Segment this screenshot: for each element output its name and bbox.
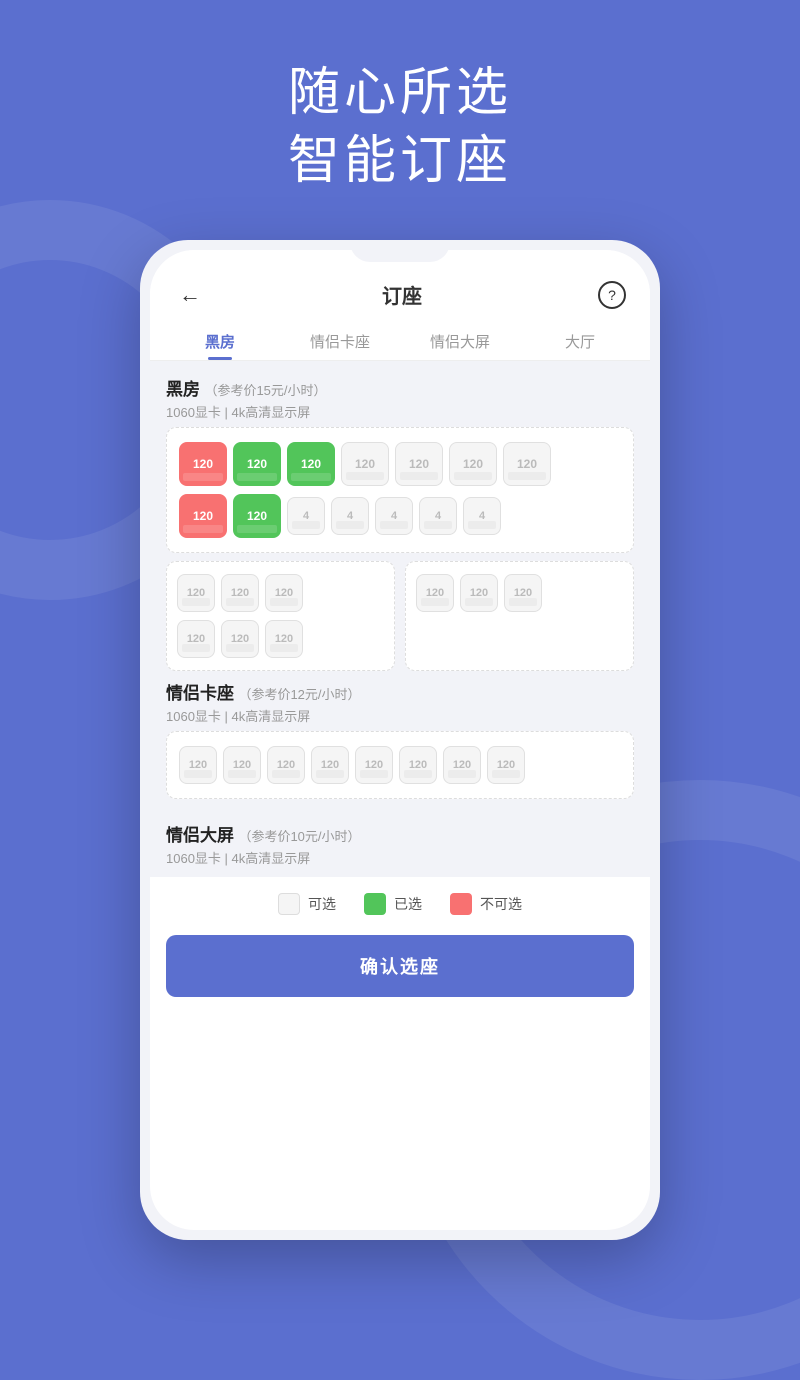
seat-1-3[interactable]: 120 — [287, 442, 335, 486]
seat-1-6[interactable]: 120 — [449, 442, 497, 486]
cc-seat-8[interactable]: 120 — [487, 746, 525, 784]
section-couple-big-partial: 情侣大屏 （参考价10元/小时） 1060显卡 | 4k高清显示屏 — [150, 821, 650, 877]
tab-hei[interactable]: 黑房 — [160, 321, 280, 360]
seat-l2-1[interactable]: 120 — [177, 620, 215, 658]
hei-seat-grid-left: 120 120 120 120 120 120 — [166, 561, 395, 671]
phone-mockup: ← 订座 ? 黑房 情侣卡座 情侣大屏 大厅 黑房 （参考价15元/小时） 10… — [140, 240, 660, 1240]
section-hei-header: 黑房 （参考价15元/小时） 1060显卡 | 4k高清显示屏 — [166, 375, 634, 421]
seat-r1-3[interactable]: 120 — [504, 574, 542, 612]
section-couple-card-header: 情侣卡座 （参考价12元/小时） 1060显卡 | 4k高清显示屏 — [166, 679, 634, 725]
seat-r1-2[interactable]: 120 — [460, 574, 498, 612]
tab-bar: 黑房 情侣卡座 情侣大屏 大厅 — [150, 321, 650, 361]
legend-bar: 可选 已选 不可选 — [150, 877, 650, 925]
seat-1-2[interactable]: 120 — [233, 442, 281, 486]
hei-seat-grid-bottom: 120 120 120 120 120 120 120 120 1 — [166, 561, 634, 671]
tab-couple-big[interactable]: 情侣大屏 — [400, 321, 520, 360]
section-couple-card-title: 情侣卡座 — [166, 684, 234, 703]
cc-seat-3[interactable]: 120 — [267, 746, 305, 784]
seat-l1-3[interactable]: 120 — [265, 574, 303, 612]
seat-row-left-2: 120 120 120 — [177, 620, 384, 658]
cc-seat-7[interactable]: 120 — [443, 746, 481, 784]
legend-unavailable-label: 不可选 — [480, 894, 522, 914]
hei-seat-grid-top: 120 120 120 120 120 120 120 120 120 4 4 … — [166, 427, 634, 553]
seat-row-2: 120 120 4 4 4 4 4 — [179, 494, 621, 538]
phone-screen: ← 订座 ? 黑房 情侣卡座 情侣大屏 大厅 黑房 （参考价15元/小时） 10… — [150, 250, 650, 1230]
legend-selected: 已选 — [364, 893, 422, 915]
seat-l1-2[interactable]: 120 — [221, 574, 259, 612]
seat-1-4[interactable]: 120 — [341, 442, 389, 486]
section-couple-card: 情侣卡座 （参考价12元/小时） 1060显卡 | 4k高清显示屏 120 12… — [166, 679, 634, 799]
seat-row-right-1: 120 120 120 — [416, 574, 623, 612]
seat-2-4[interactable]: 4 — [331, 497, 369, 535]
legend-available-icon — [278, 893, 300, 915]
confirm-button[interactable]: 确认选座 — [166, 935, 634, 997]
help-button[interactable]: ? — [598, 281, 626, 309]
couple-card-seat-grid: 120 120 120 120 120 120 120 120 — [166, 731, 634, 799]
cc-seat-5[interactable]: 120 — [355, 746, 393, 784]
section-hei-title: 黑房 — [166, 380, 200, 399]
legend-selected-icon — [364, 893, 386, 915]
back-button[interactable]: ← — [174, 282, 206, 308]
section-couple-big-title: 情侣大屏 — [166, 826, 234, 845]
cc-seat-4[interactable]: 120 — [311, 746, 349, 784]
seat-1-5[interactable]: 120 — [395, 442, 443, 486]
cc-seat-1[interactable]: 120 — [179, 746, 217, 784]
seat-r1-1[interactable]: 120 — [416, 574, 454, 612]
content-area: 黑房 （参考价15元/小时） 1060显卡 | 4k高清显示屏 120 120 … — [150, 361, 650, 821]
seat-2-1[interactable]: 120 — [179, 494, 227, 538]
seat-2-2[interactable]: 120 — [233, 494, 281, 538]
seat-row-1: 120 120 120 120 120 120 120 — [179, 442, 621, 486]
seat-1-1[interactable]: 120 — [179, 442, 227, 486]
section-couple-card-price: （参考价12元/小时） — [238, 687, 360, 702]
section-couple-big-price: （参考价10元/小时） — [238, 829, 360, 844]
page-title: 订座 — [382, 280, 422, 309]
legend-unavailable-icon — [450, 893, 472, 915]
seat-1-7[interactable]: 120 — [503, 442, 551, 486]
seat-l2-3[interactable]: 120 — [265, 620, 303, 658]
seat-2-7[interactable]: 4 — [463, 497, 501, 535]
cc-seat-6[interactable]: 120 — [399, 746, 437, 784]
hei-seat-grid-right: 120 120 120 — [405, 561, 634, 671]
seat-2-3[interactable]: 4 — [287, 497, 325, 535]
section-couple-card-specs: 1060显卡 | 4k高清显示屏 — [166, 706, 634, 725]
section-hei-specs: 1060显卡 | 4k高清显示屏 — [166, 402, 634, 421]
cc-seat-2[interactable]: 120 — [223, 746, 261, 784]
section-hei-price: （参考价15元/小时） — [204, 383, 326, 398]
phone-notch — [350, 240, 450, 262]
legend-selected-label: 已选 — [394, 894, 422, 914]
legend-available-label: 可选 — [308, 894, 336, 914]
legend-unavailable: 不可选 — [450, 893, 522, 915]
couple-card-row: 120 120 120 120 120 120 120 120 — [179, 746, 621, 784]
seat-2-6[interactable]: 4 — [419, 497, 457, 535]
legend-available: 可选 — [278, 893, 336, 915]
section-couple-big-specs: 1060显卡 | 4k高清显示屏 — [166, 848, 634, 867]
tab-couple-card[interactable]: 情侣卡座 — [280, 321, 400, 360]
seat-l2-2[interactable]: 120 — [221, 620, 259, 658]
header-title: 随心所选 智能订座 — [0, 60, 800, 195]
seat-row-left-1: 120 120 120 — [177, 574, 384, 612]
seat-l1-1[interactable]: 120 — [177, 574, 215, 612]
seat-2-5[interactable]: 4 — [375, 497, 413, 535]
header-section: 随心所选 智能订座 — [0, 0, 800, 195]
tab-hall[interactable]: 大厅 — [520, 321, 640, 360]
